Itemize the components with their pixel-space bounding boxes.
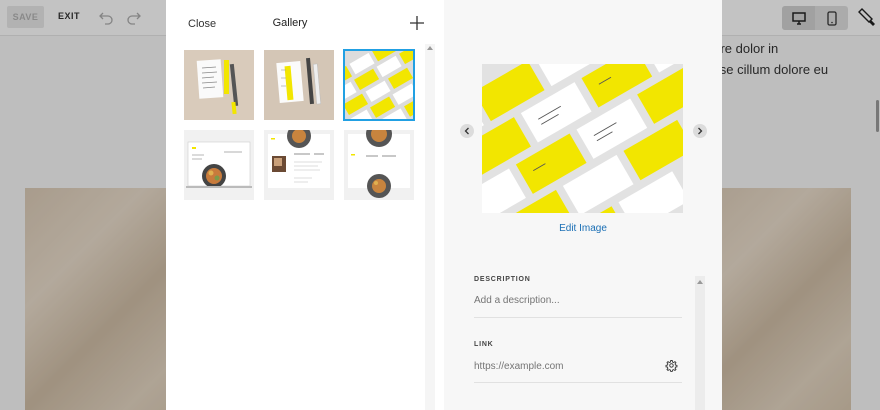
image-preview bbox=[482, 64, 683, 213]
divider bbox=[474, 382, 682, 383]
scroll-up-arrow-icon[interactable] bbox=[697, 280, 703, 284]
gallery-panel: Close Gallery bbox=[166, 0, 444, 410]
website-food-photo-icon bbox=[344, 130, 414, 200]
gallery-thumbnail[interactable] bbox=[184, 130, 254, 200]
description-input[interactable] bbox=[474, 295, 682, 306]
link-input[interactable] bbox=[474, 361, 682, 372]
details-scrollbar[interactable] bbox=[695, 276, 705, 410]
scroll-up-arrow-icon[interactable] bbox=[427, 46, 433, 50]
chevron-right-icon bbox=[698, 127, 703, 135]
gallery-thumbnail[interactable] bbox=[264, 50, 334, 120]
business-cards-preview-image bbox=[482, 64, 683, 213]
gallery-scrollbar[interactable] bbox=[425, 44, 435, 410]
chevron-left-icon bbox=[464, 127, 469, 135]
next-image-button[interactable] bbox=[693, 124, 707, 138]
previous-image-button[interactable] bbox=[460, 124, 474, 138]
image-details-panel: Edit Image DESCRIPTION LINK bbox=[444, 0, 722, 410]
menu-card-yellow-photo-icon bbox=[264, 50, 334, 120]
business-cards-photo-icon bbox=[344, 50, 414, 120]
description-label: DESCRIPTION bbox=[474, 276, 531, 283]
add-icon[interactable] bbox=[410, 16, 424, 30]
gear-icon[interactable] bbox=[665, 360, 678, 373]
gallery-thumbnail[interactable] bbox=[344, 130, 414, 200]
gallery-thumbnail[interactable] bbox=[264, 130, 334, 200]
edit-image-link[interactable]: Edit Image bbox=[444, 223, 722, 234]
divider bbox=[474, 317, 682, 318]
gallery-thumbnail[interactable] bbox=[184, 50, 254, 120]
menu-card-photo-icon bbox=[184, 50, 254, 120]
website-layout-photo-icon bbox=[264, 130, 334, 200]
laptop-website-photo-icon bbox=[184, 130, 254, 200]
gallery-thumbnail-selected[interactable] bbox=[343, 49, 415, 121]
panel-title: Gallery bbox=[272, 17, 308, 29]
link-label: LINK bbox=[474, 341, 494, 348]
